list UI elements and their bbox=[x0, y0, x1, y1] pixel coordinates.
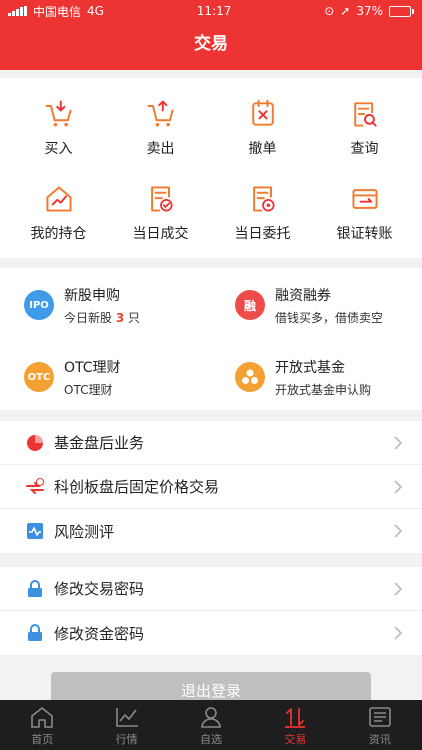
lock-icon bbox=[28, 624, 42, 641]
battery-text: 37% bbox=[356, 4, 383, 18]
query-button[interactable]: 查询 bbox=[312, 78, 417, 158]
change-trade-password-item[interactable]: 修改交易密码 bbox=[0, 567, 422, 611]
location-icon: ➚ bbox=[340, 4, 351, 18]
top-bar: 中国电信 4G 11:17 ⊙ ➚ 37% 交易 bbox=[0, 0, 422, 70]
chevron-right-icon bbox=[394, 626, 403, 640]
today-deals-button[interactable]: 当日成交 bbox=[108, 163, 213, 243]
chart-icon bbox=[115, 708, 138, 727]
signal-icon bbox=[8, 6, 27, 16]
ipo-icon: IPO bbox=[24, 290, 54, 320]
rotation-lock-icon: ⊙ bbox=[324, 4, 335, 18]
quick-actions: 买入 卖出 撤单 查询 我的持仓 当日成交 当日委托 银证转账 bbox=[0, 78, 422, 258]
fund-subtitle: 开放式基金申认购 bbox=[275, 382, 372, 397]
tab-watchlist[interactable]: 自选 bbox=[169, 700, 253, 750]
change-fund-password-item[interactable]: 修改资金密码 bbox=[0, 611, 422, 655]
cart-in-icon bbox=[45, 100, 72, 127]
user-icon bbox=[201, 707, 221, 728]
ipo-title: 新股申购 bbox=[64, 287, 120, 304]
fund-icon bbox=[235, 362, 265, 392]
cancel-order-button[interactable]: 撤单 bbox=[210, 78, 315, 158]
lock-icon bbox=[28, 579, 42, 597]
risk-assessment-item[interactable]: 风险测评 bbox=[0, 509, 422, 553]
password-list: 修改交易密码 修改资金密码 bbox=[0, 567, 422, 655]
network-text: 4G bbox=[87, 4, 104, 18]
otc-title: OTC理财 bbox=[64, 359, 121, 376]
today-deal-icon bbox=[150, 186, 173, 212]
margin-subtitle: 借钱买多，借债卖空 bbox=[275, 310, 384, 325]
news-icon bbox=[369, 707, 391, 727]
home-icon bbox=[31, 707, 54, 728]
transfer-icon bbox=[351, 189, 378, 209]
business-list: 基金盘后业务 科创板盘后固定价格交易 风险测评 bbox=[0, 421, 422, 553]
margin-icon: 融 bbox=[235, 290, 265, 320]
star-board-after-hours-item[interactable]: 科创板盘后固定价格交易 bbox=[0, 465, 422, 509]
today-entrust-icon bbox=[252, 186, 275, 212]
margin-title: 融资融券 bbox=[275, 287, 331, 304]
carrier-text: 中国电信 bbox=[33, 4, 82, 19]
today-entrust-button[interactable]: 当日委托 bbox=[210, 163, 315, 243]
tab-market[interactable]: 行情 bbox=[84, 700, 168, 750]
chevron-right-icon bbox=[394, 436, 403, 450]
buy-button[interactable]: 买入 bbox=[6, 78, 111, 158]
ipo-subscribe-item[interactable]: IPO 新股申购 今日新股 3 只 bbox=[0, 270, 211, 340]
sell-button[interactable]: 卖出 bbox=[108, 78, 213, 158]
tab-home[interactable]: 首页 bbox=[0, 700, 84, 750]
services-section: IPO 新股申购 今日新股 3 只 融 融资融券 借钱买多，借债卖空 OTC O… bbox=[0, 268, 422, 410]
trade-icon bbox=[285, 708, 306, 728]
tab-news[interactable]: 资讯 bbox=[338, 700, 422, 750]
cancel-order-icon bbox=[251, 99, 274, 126]
fund-title: 开放式基金 bbox=[275, 359, 345, 376]
chevron-right-icon bbox=[394, 480, 403, 494]
page-title: 交易 bbox=[194, 34, 228, 54]
clock: 11:17 bbox=[196, 4, 232, 18]
margin-trading-item[interactable]: 融 融资融券 借钱买多，借债卖空 bbox=[211, 270, 422, 340]
pie-chart-icon bbox=[27, 434, 43, 451]
battery-icon bbox=[389, 5, 414, 17]
tab-bar: 首页 行情 自选 交易 资讯 bbox=[0, 700, 422, 750]
my-holdings-button[interactable]: 我的持仓 bbox=[6, 163, 111, 243]
portfolio-icon bbox=[45, 186, 72, 212]
open-fund-item[interactable]: 开放式基金 开放式基金申认购 bbox=[211, 342, 422, 412]
bank-transfer-button[interactable]: 银证转账 bbox=[312, 163, 417, 243]
otc-subtitle: OTC理财 bbox=[64, 382, 113, 397]
status-bar: 中国电信 4G 11:17 ⊙ ➚ 37% bbox=[0, 0, 422, 22]
chevron-right-icon bbox=[394, 524, 403, 538]
risk-test-icon bbox=[27, 523, 43, 539]
star-board-icon bbox=[26, 477, 44, 494]
chevron-right-icon bbox=[394, 582, 403, 596]
ipo-count: 3 bbox=[115, 310, 125, 325]
otc-icon: OTC bbox=[24, 362, 54, 392]
otc-finance-item[interactable]: OTC OTC理财 OTC理财 bbox=[0, 342, 211, 412]
fund-after-hours-item[interactable]: 基金盘后业务 bbox=[0, 421, 422, 465]
search-doc-icon bbox=[353, 102, 377, 127]
cart-out-icon bbox=[147, 100, 174, 127]
tab-trade[interactable]: 交易 bbox=[253, 700, 337, 750]
ipo-subtitle: 今日新股 3 只 bbox=[64, 310, 141, 325]
